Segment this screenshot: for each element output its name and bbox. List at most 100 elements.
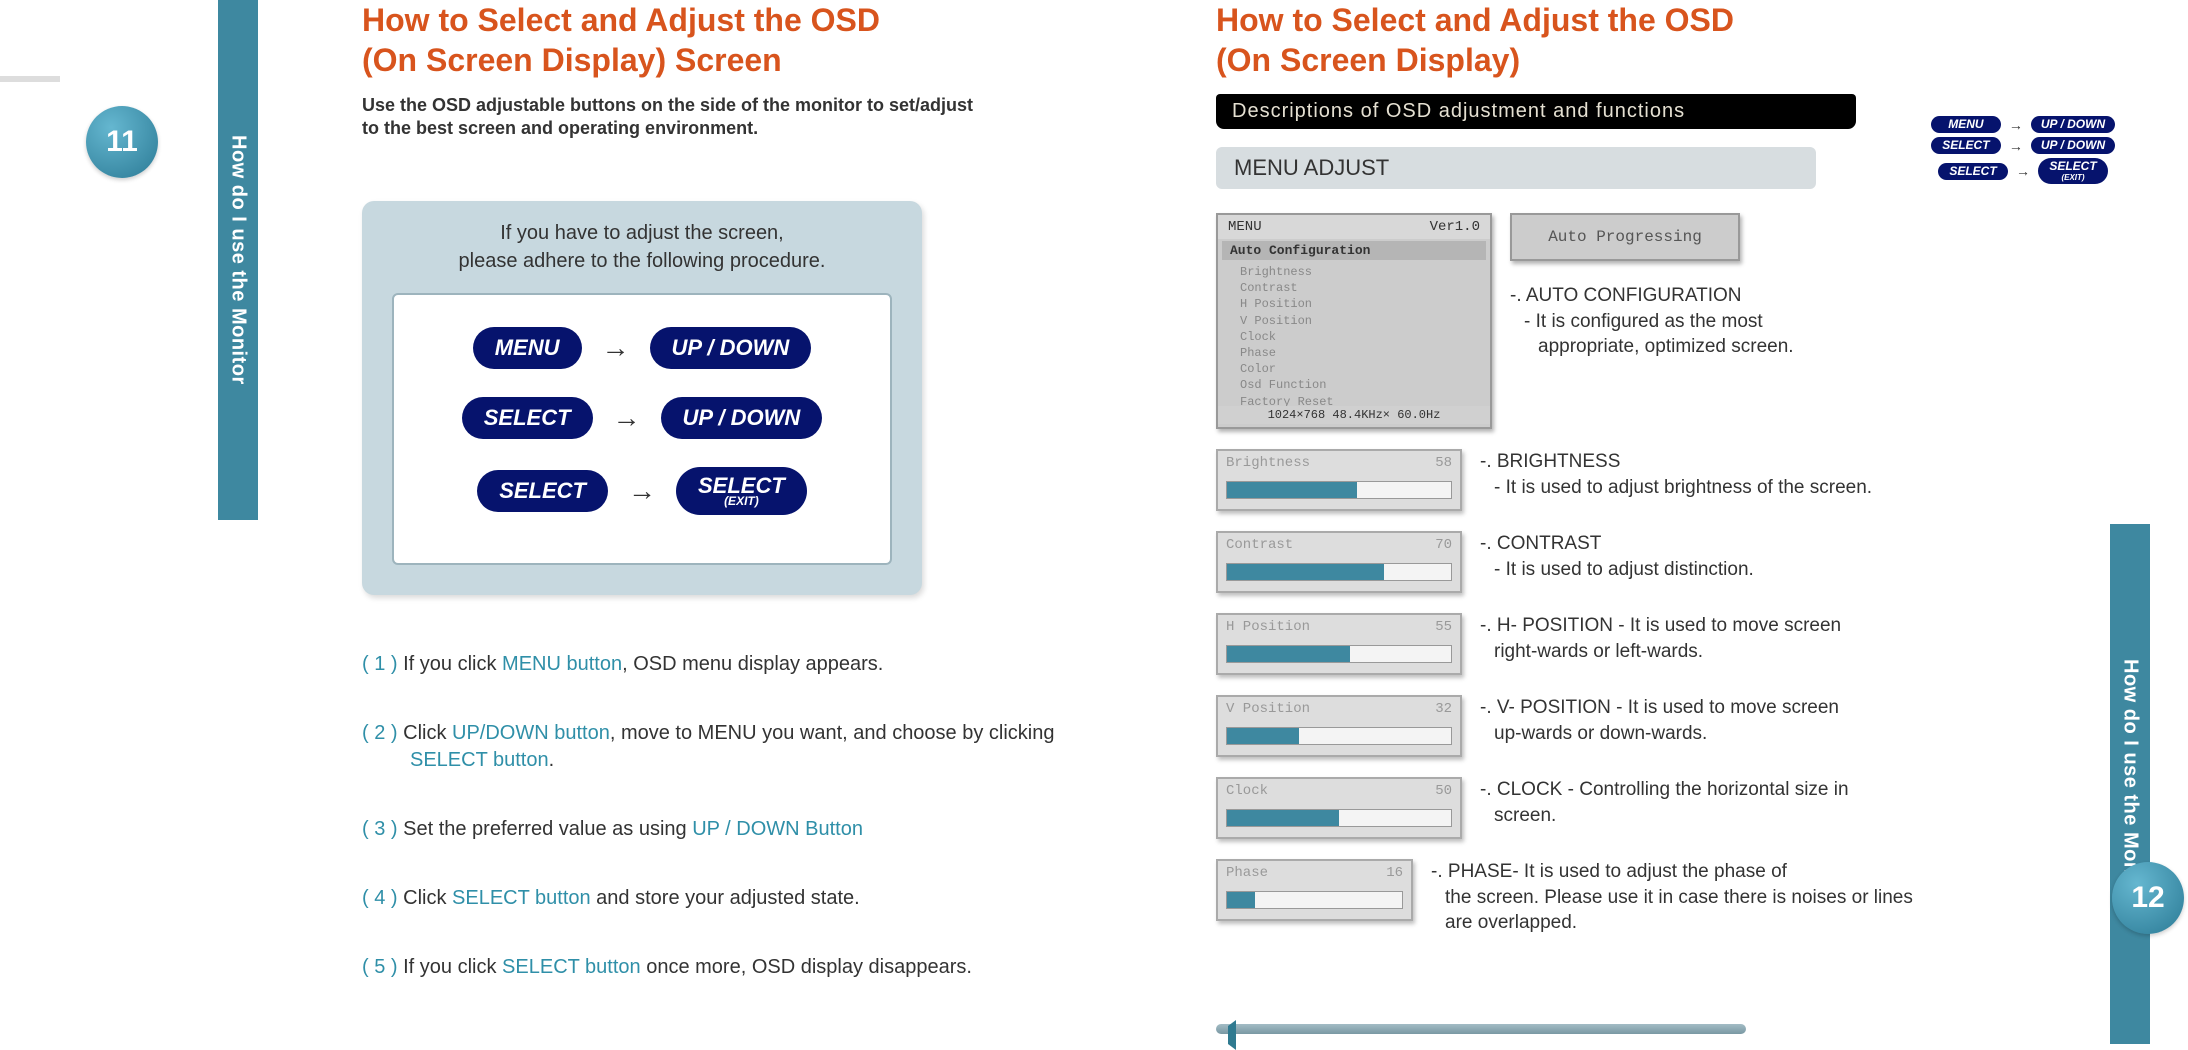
decorative-bar (0, 76, 60, 82)
slider-row: Brightness 58 -. BRIGHTNESS- It is used to… (1216, 449, 1916, 511)
step3-num: ( 3 ) (362, 818, 403, 840)
mini-pill-select-exit: SELECT (EXIT) (2038, 158, 2108, 184)
arrow-right-icon: → (613, 402, 641, 434)
step1-a: If you click (403, 653, 502, 675)
slider-desc: -. CONTRAST- It is used to adjust distin… (1480, 531, 1754, 582)
card-lead-a: If you have to adjust the screen, (500, 222, 784, 244)
slider-desc: -. PHASE- It is used to adjust the phase… (1431, 859, 1916, 936)
menu-item: Osd Function (1240, 377, 1486, 393)
slider-value: 32 (1435, 701, 1452, 717)
slider-desc-body: screen. (1494, 803, 1849, 829)
slider-desc: -. CLOCK - Controlling the horizontal si… (1480, 777, 1849, 828)
mini-exit-b: (EXIT) (2048, 174, 2098, 183)
page-number-right: 12 (2112, 862, 2184, 934)
menu-item: Color (1240, 361, 1486, 377)
menu-hdr-right: Ver1.0 (1430, 219, 1480, 235)
section-header-black: Descriptions of OSD adjustment and funct… (1216, 94, 1856, 129)
step5-b: SELECT button (502, 956, 641, 978)
step3-a: Set the preferred value as using (403, 818, 692, 840)
mini-pill-select2: SELECT (1938, 163, 2008, 180)
menu-footer: 1024×768 48.4KHz× 60.0Hz (1218, 406, 1490, 424)
arrow-right-icon: → (628, 475, 656, 507)
menu-item: Clock (1240, 329, 1486, 345)
slider-desc-body: right-wards or left-wards. (1494, 639, 1841, 665)
slider-label: V Position (1226, 701, 1310, 717)
slider-desc-body: - It is used to adjust distinction. (1494, 557, 1754, 583)
mini-pill-updown: UP / DOWN (2031, 116, 2115, 133)
title-line1: How to Select and Adjust the OSD (362, 2, 880, 38)
auto-desc-c: appropriate, optimized screen. (1538, 334, 1794, 360)
slider-screenshot: Brightness 58 (1216, 449, 1462, 511)
step4-a: Click (403, 887, 452, 909)
arrow-right-icon: → (2009, 117, 2023, 133)
slider-value: 55 (1435, 619, 1452, 635)
osd-menu-screenshot: MENU Ver1.0 Auto Configuration Brightnes… (1216, 213, 1492, 429)
pill-select: SELECT (462, 397, 593, 439)
auto-config-block: Auto Progressing -. AUTO CONFIGURATION -… (1510, 213, 1794, 360)
slider-desc: -. H- POSITION - It is used to move scre… (1480, 613, 1841, 664)
menu-item: H Position (1240, 296, 1486, 312)
slider-label: Contrast (1226, 537, 1293, 553)
slider-desc-title: -. BRIGHTNESS (1480, 449, 1872, 475)
slider-label: Phase (1226, 865, 1268, 881)
slider-screenshot: Contrast70 (1216, 531, 1462, 593)
pill-select2: SELECT (477, 470, 608, 512)
side-tab-label: How do I use the Monitor (218, 0, 258, 520)
mini-pill-select: SELECT (1931, 137, 2001, 154)
menu-highlight: Auto Configuration (1222, 241, 1486, 260)
step5-num: ( 5 ) (362, 956, 403, 978)
slider-desc-body: - It is used to adjust brightness of the… (1494, 475, 1872, 501)
step-5: ( 5 ) If you click SELECT button once mo… (362, 954, 1062, 981)
procedure-card: If you have to adjust the screen, please… (362, 201, 922, 595)
slider-desc-title: -. V- POSITION - It is used to move scre… (1480, 695, 1839, 721)
card-lead-b: please adhere to the following procedure… (459, 250, 826, 272)
menu-item: Brightness (1240, 264, 1486, 280)
mini-pill-menu: MENU (1931, 116, 2001, 133)
horizontal-scrollbar[interactable] (1216, 1024, 1746, 1034)
step4-b: SELECT button (452, 887, 591, 909)
auto-progressing-box: Auto Progressing (1510, 213, 1740, 261)
slider-desc: -. V- POSITION - It is used to move scre… (1480, 695, 1839, 746)
slider-desc: -. BRIGHTNESS- It is used to adjust brig… (1480, 449, 1872, 500)
pill-select-exit: SELECT (EXIT) (676, 467, 807, 515)
step3-b: UP / DOWN Button (692, 818, 863, 840)
slider-value: 16 (1386, 865, 1403, 881)
step2-b: UP/DOWN button (452, 722, 610, 744)
menu-list: Brightness Contrast H Position V Positio… (1218, 262, 1490, 428)
step-2: ( 2 ) Click UP/DOWN button, move to MENU… (362, 720, 1062, 774)
left-page: How to Select and Adjust the OSD (On Scr… (362, 0, 1062, 1023)
section-header-grey: MENU ADJUST (1216, 147, 1816, 189)
slider-row: Clock50-. CLOCK - Controlling the horizo… (1216, 777, 1916, 839)
slider-label: Brightness (1226, 455, 1310, 471)
slider-row: V Position 32 -. V- POSITION - It is used … (1216, 695, 1916, 757)
step1-b: MENU button (502, 653, 622, 675)
auto-desc-b: - It is configured as the most (1524, 309, 1794, 335)
rtitle-b: (On Screen Display) (1216, 42, 1520, 78)
auto-desc-a: -. AUTO CONFIGURATION (1510, 283, 1794, 309)
pill-updown2: UP / DOWN (661, 397, 823, 439)
step-4: ( 4 ) Click SELECT button and store your… (362, 885, 1062, 912)
step-1: ( 1 ) If you click MENU button, OSD menu… (362, 651, 1062, 678)
step5-a: If you click (403, 956, 502, 978)
slider-desc-body: the screen. Please use it in case there … (1445, 885, 1916, 936)
step2-c: , move to MENU you want, and choose by c… (610, 722, 1055, 744)
slider-screenshot: Phase 16 (1216, 859, 1413, 921)
step2-a: Click (403, 722, 452, 744)
arrow-right-icon: → (2016, 163, 2030, 179)
pill-updown: UP / DOWN (650, 327, 812, 369)
slider-desc-title: -. PHASE- It is used to adjust the phase… (1431, 859, 1916, 885)
slider-label: H Position (1226, 619, 1310, 635)
steps-list: ( 1 ) If you click MENU button, OSD menu… (362, 651, 1062, 981)
page-title-right: How to Select and Adjust the OSD (On Scr… (1216, 0, 1916, 80)
step2-d: SELECT button (410, 749, 549, 771)
slider-value: 58 (1435, 455, 1452, 471)
intro-text: Use the OSD adjustable buttons on the si… (362, 94, 982, 141)
mini-pill-updown2: UP / DOWN (2031, 137, 2115, 154)
side-tab-right: How do I use the Monitor (2110, 524, 2150, 1044)
step2-e: . (549, 749, 555, 771)
title-line2: (On Screen Display) Screen (362, 42, 782, 78)
menu-item: V Position (1240, 313, 1486, 329)
slider-row: Contrast70 -. CONTRAST- It is used to adj… (1216, 531, 1916, 593)
page-title-left: How to Select and Adjust the OSD (On Scr… (362, 0, 1062, 80)
mini-exit-a: SELECT (2049, 159, 2096, 173)
